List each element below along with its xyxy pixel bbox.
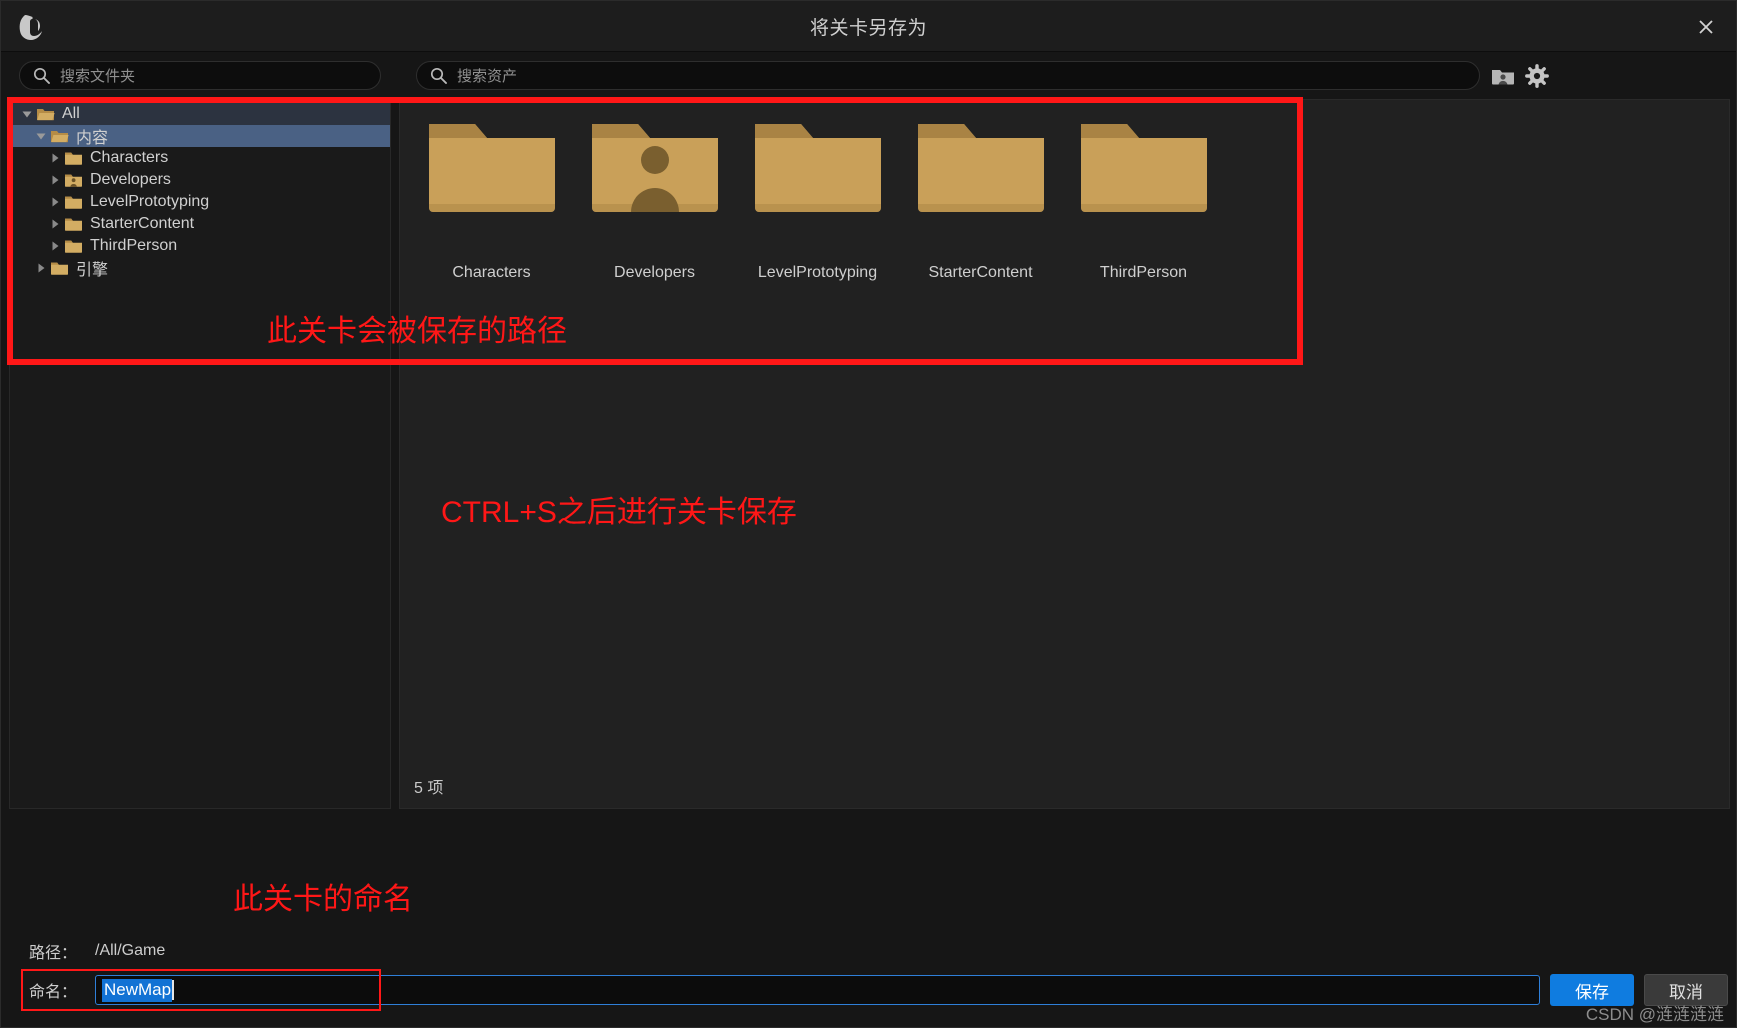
folder-tile-Developers[interactable]: Developers	[573, 110, 736, 282]
folder-search-placeholder: 搜索文件夹	[60, 68, 136, 85]
folder-open-icon	[50, 128, 72, 144]
toolbar: 搜索文件夹 搜索资产	[1, 52, 1736, 97]
gear-icon[interactable]	[1523, 62, 1551, 90]
path-label: 路径：	[29, 945, 78, 962]
folder-tile-label: ThirdPerson	[1099, 264, 1188, 281]
window-title: 将关卡另存为	[809, 18, 927, 39]
folder-tile-label: Developers	[614, 264, 695, 281]
developers-folder-icon[interactable]	[1489, 62, 1517, 90]
watermark: CSDN @涟涟涟涟	[1585, 1005, 1724, 1024]
tree-item-label: All	[62, 105, 80, 122]
text-caret	[172, 980, 175, 1000]
tree-item-StarterContent[interactable]: StarterContent	[10, 213, 390, 235]
developers-folder-icon	[590, 118, 720, 218]
name-row: 命名： NewMap 保存 取消	[29, 974, 1728, 1006]
chevron-right-icon[interactable]	[46, 175, 64, 185]
tree-item-label: 内容	[76, 130, 109, 147]
folder-icon	[427, 118, 557, 218]
path-row: 路径： /All/Game	[29, 939, 165, 963]
folder-icon	[50, 260, 72, 276]
search-icon	[32, 67, 50, 85]
folder-tile-label: LevelPrototyping	[757, 264, 878, 281]
title-bar: 将关卡另存为	[1, 1, 1736, 52]
folder-open-icon	[36, 106, 58, 122]
chevron-right-icon[interactable]	[46, 153, 64, 163]
tree-item-ThirdPerson[interactable]: ThirdPerson	[10, 235, 390, 257]
asset-search-input[interactable]: 搜索资产	[416, 61, 1480, 90]
chevron-down-icon[interactable]	[18, 109, 36, 119]
folder-tile-ThirdPerson[interactable]: ThirdPerson	[1062, 110, 1225, 282]
folder-tree-panel: All 内容 Characters Developers LevelPrototypin…	[9, 99, 391, 809]
folder-icon	[64, 216, 86, 232]
tree-item-label: ThirdPerson	[90, 237, 178, 254]
chevron-down-icon[interactable]	[32, 131, 50, 141]
asset-search-placeholder: 搜索资产	[457, 68, 518, 85]
name-input-value: NewMap	[102, 978, 173, 1002]
folder-grid: Characters Developers LevelPrototyping Star…	[410, 110, 1225, 282]
footer-bar: 路径： /All/Game 命名： NewMap 保存 取消 CSDN @涟涟涟…	[1, 927, 1736, 1027]
asset-content-panel: Characters Developers LevelPrototyping Star…	[399, 99, 1730, 809]
tree-item-All[interactable]: All	[10, 103, 390, 125]
folder-tile-Characters[interactable]: Characters	[410, 110, 573, 282]
folder-search-input[interactable]: 搜索文件夹	[19, 61, 381, 90]
tree-item-label: 引擎	[76, 262, 109, 279]
name-label: 命名：	[29, 984, 78, 1001]
tree-item-内容[interactable]: 内容	[10, 125, 390, 147]
chevron-right-icon[interactable]	[46, 197, 64, 207]
tree-item-label: Developers	[90, 171, 171, 188]
chevron-right-icon[interactable]	[46, 241, 64, 251]
folder-tile-StarterContent[interactable]: StarterContent	[899, 110, 1062, 282]
tree-item-Characters[interactable]: Characters	[10, 147, 390, 169]
folder-icon	[916, 118, 1046, 218]
folder-icon	[64, 194, 86, 210]
close-icon[interactable]	[1676, 1, 1736, 52]
folder-icon	[1079, 118, 1209, 218]
folder-tile-label: StarterContent	[928, 264, 1033, 281]
save-level-as-dialog: 将关卡另存为 搜索文件夹 搜索资产 All 内容 Characters Deve…	[0, 0, 1737, 1028]
tree-item-引擎[interactable]: 引擎	[10, 257, 390, 279]
tree-item-LevelPrototyping[interactable]: LevelPrototyping	[10, 191, 390, 213]
folder-icon	[753, 118, 883, 218]
folder-icon	[64, 238, 86, 254]
folder-icon	[64, 150, 86, 166]
tree-item-label: StarterContent	[90, 215, 195, 232]
tree-item-Developers[interactable]: Developers	[10, 169, 390, 191]
chevron-right-icon[interactable]	[32, 263, 50, 273]
name-input[interactable]: NewMap	[95, 975, 1540, 1005]
folder-tile-LevelPrototyping[interactable]: LevelPrototyping	[736, 110, 899, 282]
tree-item-label: LevelPrototyping	[90, 193, 210, 210]
chevron-right-icon[interactable]	[46, 219, 64, 229]
item-count-label: 5 项	[414, 780, 444, 797]
search-icon	[429, 67, 447, 85]
tree-item-label: Characters	[90, 149, 169, 166]
annotation-naming-note: 此关卡的命名	[233, 883, 413, 916]
folder-tile-label: Characters	[452, 264, 531, 281]
path-value: /All/Game	[95, 942, 166, 959]
folder-tree: All 内容 Characters Developers LevelPrototypin…	[10, 100, 390, 279]
developers-folder-icon	[64, 172, 86, 188]
